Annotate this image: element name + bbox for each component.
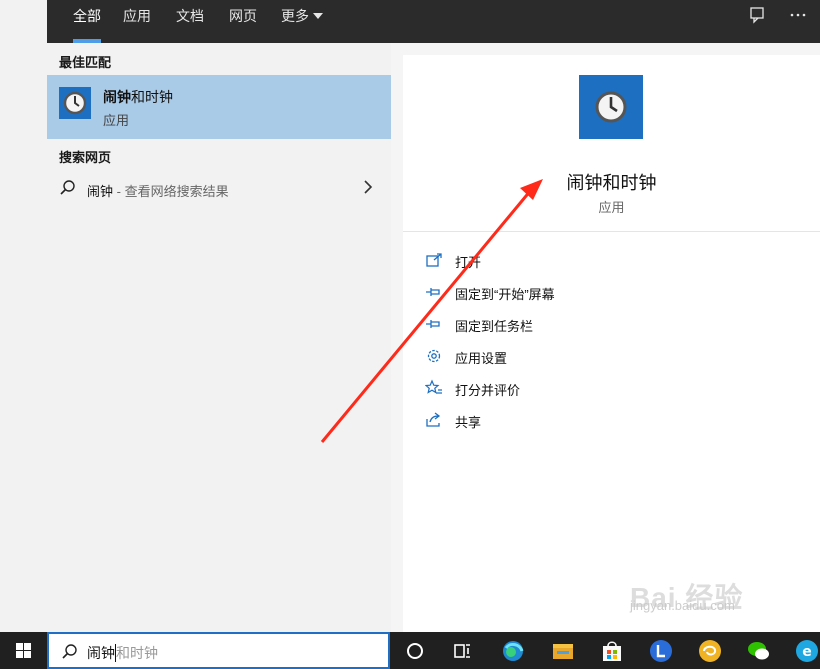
chevron-right-icon[interactable] bbox=[363, 180, 373, 194]
more-options-button[interactable] bbox=[786, 6, 810, 28]
tab-more[interactable]: 更多 bbox=[269, 0, 335, 43]
tab-documents[interactable]: 文档 bbox=[164, 0, 216, 43]
search-suggestion: 和时钟 bbox=[116, 645, 158, 661]
alarm-clock-icon bbox=[579, 75, 643, 139]
tab-more-label: 更多 bbox=[281, 8, 309, 24]
search-icon bbox=[62, 644, 77, 659]
app-name: 闹钟和时钟 bbox=[566, 173, 657, 193]
app-type: 应用 bbox=[598, 200, 625, 215]
app-actions: 打开 固定到“开始”屏幕 固定到任务栏 应用设置 打分并评价 共享 bbox=[403, 231, 820, 632]
task-view-icon[interactable] bbox=[447, 636, 477, 666]
open-icon bbox=[426, 253, 442, 267]
star-icon bbox=[425, 379, 442, 394]
web-search-result[interactable]: 闹钟 - 查看网络搜索结果 bbox=[47, 174, 391, 204]
best-match-result[interactable]: 闹钟和时钟 应用 bbox=[47, 75, 391, 139]
results-pane: 最佳匹配 闹钟和时钟 应用 搜索网页 闹钟 - 查看网络搜索结果 bbox=[47, 43, 391, 632]
search-filter-bar: 全部 应用 文档 网页 更多 bbox=[47, 0, 820, 43]
tab-apps[interactable]: 应用 bbox=[111, 0, 163, 43]
action-label: 共享 bbox=[455, 415, 482, 430]
search-input[interactable]: 闹钟和时钟 bbox=[87, 643, 158, 663]
tab-web[interactable]: 网页 bbox=[217, 0, 269, 43]
desktop-background bbox=[0, 0, 47, 632]
search-typed: 闹钟 bbox=[87, 645, 115, 661]
web-query: 闹钟 bbox=[87, 184, 114, 199]
pin-icon bbox=[426, 320, 440, 328]
start-button[interactable] bbox=[0, 632, 47, 669]
best-match-name-bold: 闹钟 bbox=[103, 89, 131, 105]
windows-logo-icon bbox=[16, 643, 31, 658]
feedback-icon bbox=[750, 7, 764, 24]
action-label: 固定到任务栏 bbox=[455, 319, 534, 334]
ie-browser-icon[interactable]: e bbox=[792, 636, 820, 666]
alarm-clock-icon bbox=[59, 87, 91, 119]
best-match-name-rest: 和时钟 bbox=[131, 89, 173, 105]
svg-text:e: e bbox=[802, 644, 812, 660]
details-pane: 闹钟和时钟 应用 打开 固定到“开始”屏幕 固定到任务栏 应用设置 打分并评价 … bbox=[391, 43, 820, 632]
ellipsis-icon bbox=[790, 13, 806, 17]
web-hint: - 查看网络搜索结果 bbox=[113, 184, 229, 199]
best-match-name: 闹钟和时钟 bbox=[103, 87, 173, 107]
web-search-heading: 搜索网页 bbox=[59, 150, 112, 165]
web-search-text: 闹钟 - 查看网络搜索结果 bbox=[87, 181, 229, 200]
chevron-down-icon bbox=[313, 13, 323, 19]
gear-icon bbox=[427, 349, 441, 363]
share-icon bbox=[426, 412, 441, 427]
app-l-icon[interactable] bbox=[646, 636, 676, 666]
wechat-icon[interactable] bbox=[744, 636, 774, 666]
watermark-url: jingyan.baidu.com bbox=[630, 598, 735, 613]
pin-icon bbox=[426, 288, 440, 296]
best-match-type: 应用 bbox=[103, 113, 130, 128]
app-details-card: 闹钟和时钟 应用 bbox=[403, 55, 820, 231]
store-icon[interactable] bbox=[597, 636, 627, 666]
taskbar: 闹钟和时钟 e bbox=[0, 632, 820, 669]
edge-browser-icon[interactable] bbox=[498, 636, 528, 666]
search-icon bbox=[60, 180, 75, 195]
file-explorer-icon[interactable] bbox=[548, 636, 578, 666]
action-label: 打分并评价 bbox=[455, 383, 521, 398]
cortana-icon[interactable] bbox=[400, 636, 430, 666]
taskbar-search-box[interactable]: 闹钟和时钟 bbox=[47, 632, 390, 669]
action-label: 应用设置 bbox=[455, 351, 508, 366]
action-label: 固定到“开始”屏幕 bbox=[455, 287, 555, 302]
tab-all[interactable]: 全部 bbox=[61, 0, 113, 43]
feedback-button[interactable] bbox=[746, 6, 770, 28]
action-label: 打开 bbox=[455, 255, 482, 270]
app-swirl-icon[interactable] bbox=[695, 636, 725, 666]
best-match-heading: 最佳匹配 bbox=[59, 55, 112, 70]
